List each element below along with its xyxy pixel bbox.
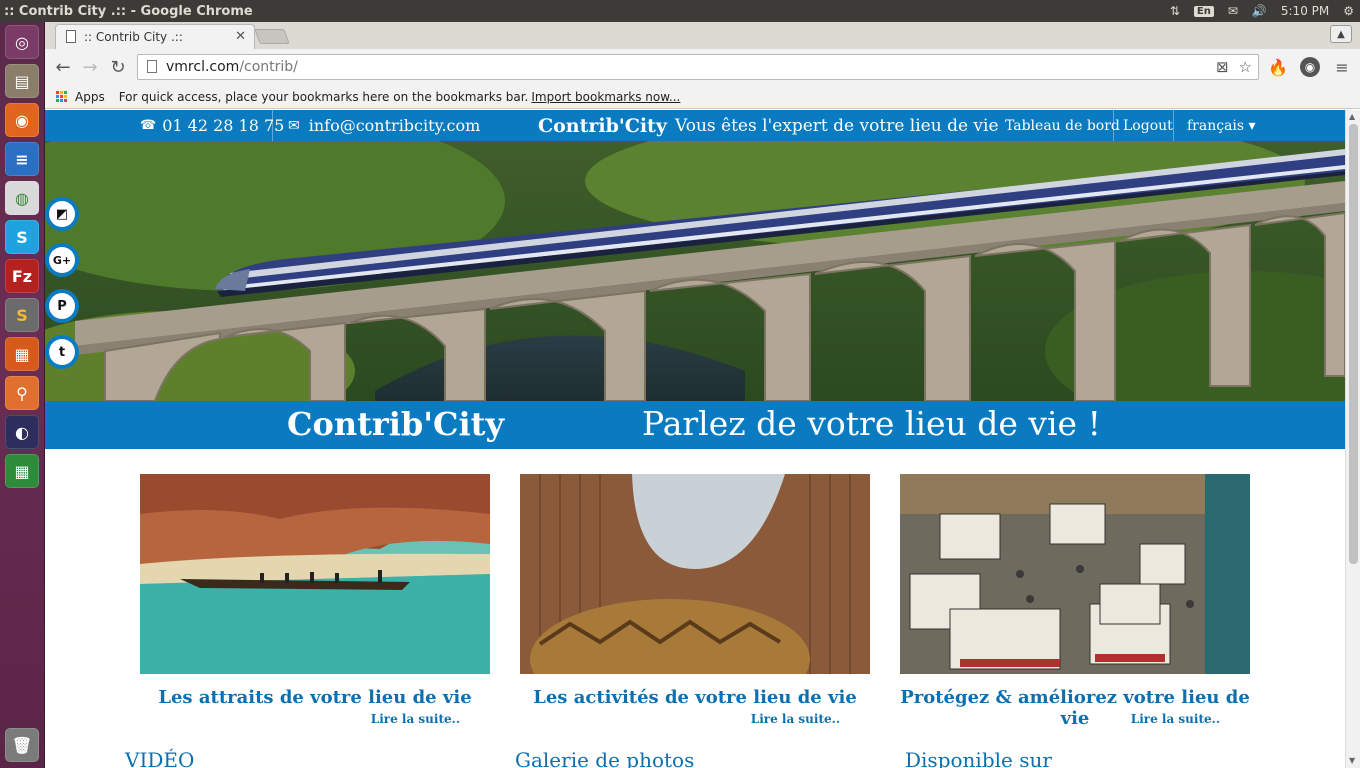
extension-flame-icon[interactable]: 🔥 — [1268, 57, 1288, 77]
card-title[interactable]: Les attraits de votre lieu de vie — [140, 687, 490, 708]
impress-icon[interactable]: ▦ — [5, 337, 39, 371]
scroll-up-arrow-icon[interactable]: ▲ — [1349, 112, 1355, 121]
forward-arrow-icon[interactable]: → — [79, 56, 101, 78]
calc-icon[interactable]: ▦ — [5, 454, 39, 488]
volume-icon[interactable]: 🔊 — [1252, 4, 1267, 18]
firefox-icon[interactable]: ◉ — [5, 103, 39, 137]
tumblr-icon: t — [49, 339, 75, 365]
read-more-link[interactable]: Lire la suite.. — [1131, 712, 1220, 726]
bookmarks-hint: For quick access, place your bookmarks h… — [118, 89, 529, 104]
section-heading-gallery: Galerie de photos — [515, 748, 695, 768]
tab-strip: :: Contrib City .:: ✕ ▲ — [45, 22, 1360, 49]
card-image-river[interactable] — [140, 474, 490, 674]
new-tab-button[interactable] — [254, 29, 290, 44]
network-tool-icon[interactable]: ⚲ — [5, 376, 39, 410]
unity-launcher: ◎ ▤ ◉ ≡ ◍ S Fz S ▦ ⚲ ◐ ▦ 🗑 — [0, 22, 45, 768]
reload-icon[interactable]: ↻ — [107, 56, 129, 78]
section-heading-video: VIDÉO — [125, 748, 195, 768]
keyboard-layout-indicator[interactable]: En — [1193, 5, 1214, 17]
phone-contact[interactable]: ☎ 01 42 28 18 75 — [140, 110, 284, 141]
site-top-nav: ☎ 01 42 28 18 75 ✉ info@contribcity.com … — [45, 110, 1345, 141]
banner-subtitle: Parlez de votre lieu de vie ! — [642, 404, 1101, 443]
dashboard-link[interactable]: Tableau de bord — [1005, 110, 1120, 141]
apps-grid-icon[interactable] — [56, 90, 68, 103]
filezilla-icon[interactable]: Fz — [5, 259, 39, 293]
translate-icon[interactable]: ⊠ — [1216, 58, 1229, 76]
read-more-link[interactable]: Lire la suite.. — [371, 712, 460, 726]
banner-title: Contrib'City — [287, 405, 505, 443]
language-dropdown[interactable]: français ▾ — [1187, 110, 1256, 141]
email-address: info@contribcity.com — [308, 116, 481, 135]
system-tray: ⇅ En ✉ 🔊 5:10 PM ⚙ — [1170, 0, 1354, 22]
import-bookmarks-link[interactable]: Import bookmarks now... — [531, 90, 680, 104]
phone-icon: ☎ — [140, 118, 157, 133]
chrome-icon[interactable]: ◍ — [5, 181, 39, 215]
url-host: vmrcl.com — [166, 59, 240, 75]
envelope-icon: ✉ — [288, 117, 300, 134]
system-top-panel: :: Contrib City .:: - Google Chrome ⇅ En… — [0, 0, 1360, 22]
social-pinterest[interactable]: P — [45, 289, 79, 323]
scrollbar-thumb[interactable] — [1349, 124, 1358, 564]
page-scrollbar[interactable]: ▲ ▼ — [1345, 110, 1360, 768]
url-path: /contrib/ — [239, 59, 298, 75]
back-arrow-icon[interactable]: ← — [52, 56, 74, 78]
nav-tagline: Vous êtes l'expert de votre lieu de vie — [675, 115, 999, 136]
card-image-building[interactable] — [520, 474, 870, 674]
hero-image: ◩ G+ P t — [45, 141, 1345, 401]
files-icon[interactable]: ▤ — [5, 64, 39, 98]
card-title[interactable]: Les activités de votre lieu de vie — [520, 687, 870, 708]
card-image-street[interactable] — [900, 474, 1250, 674]
mail-icon[interactable]: ✉ — [1228, 4, 1238, 18]
bookmark-star-icon[interactable]: ☆ — [1239, 58, 1252, 76]
skype-icon[interactable]: S — [5, 220, 39, 254]
section-heading-available: Disponible sur — [905, 748, 1052, 768]
clock[interactable]: 5:10 PM — [1281, 4, 1329, 18]
social-tumblr[interactable]: t — [45, 335, 79, 369]
tab-active[interactable]: :: Contrib City .:: ✕ — [55, 24, 255, 49]
trash-icon[interactable]: 🗑 — [5, 728, 39, 762]
social-delicious[interactable]: ◩ — [45, 197, 79, 231]
delicious-icon: ◩ — [49, 201, 75, 227]
apps-shortcut[interactable]: Apps — [75, 90, 105, 104]
page-icon — [66, 30, 76, 43]
social-google-plus[interactable]: G+ — [45, 243, 79, 277]
email-contact[interactable]: ✉ info@contribcity.com — [288, 110, 480, 141]
network-icon[interactable]: ⇅ — [1170, 4, 1180, 18]
chrome-menu-icon[interactable]: ≡ — [1332, 57, 1352, 77]
read-more-link[interactable]: Lire la suite.. — [751, 712, 840, 726]
address-bar[interactable]: vmrcl.com/contrib/ ⊠ ☆ — [137, 54, 1259, 80]
phone-number: 01 42 28 18 75 — [162, 116, 285, 135]
scroll-down-arrow-icon[interactable]: ▼ — [1349, 756, 1355, 765]
viaduct-train-illustration — [45, 141, 1345, 401]
logout-link[interactable]: Logout — [1123, 110, 1173, 141]
ubuntu-dash-icon[interactable]: ◎ — [5, 25, 39, 59]
browser-toolbar: ← → ↻ vmrcl.com/contrib/ ⊠ ☆ 🔥 ◉ ≡ — [45, 49, 1360, 85]
bookmarks-bar: Apps For quick access, place your bookma… — [45, 85, 1360, 109]
brand-banner: Contrib'City Parlez de votre lieu de vie… — [45, 401, 1345, 449]
writer-icon[interactable]: ≡ — [5, 142, 39, 176]
page-info-icon[interactable] — [147, 60, 157, 73]
pinterest-icon: P — [49, 293, 75, 319]
tab-title: :: Contrib City .:: — [84, 30, 183, 44]
tab-close-icon[interactable]: ✕ — [235, 29, 246, 44]
eclipse-icon[interactable]: ◐ — [5, 415, 39, 449]
window-title: :: Contrib City .:: - Google Chrome — [4, 3, 253, 19]
nav-brand[interactable]: Contrib'City — [538, 110, 667, 141]
google-plus-icon: G+ — [49, 247, 75, 273]
profile-icon[interactable]: ▲ — [1330, 25, 1352, 43]
settings-gear-icon[interactable]: ⚙ — [1343, 4, 1354, 18]
sublime-icon[interactable]: S — [5, 298, 39, 332]
extension-globe-icon[interactable]: ◉ — [1300, 57, 1320, 77]
web-page: ☎ 01 42 28 18 75 ✉ info@contribcity.com … — [45, 110, 1345, 768]
